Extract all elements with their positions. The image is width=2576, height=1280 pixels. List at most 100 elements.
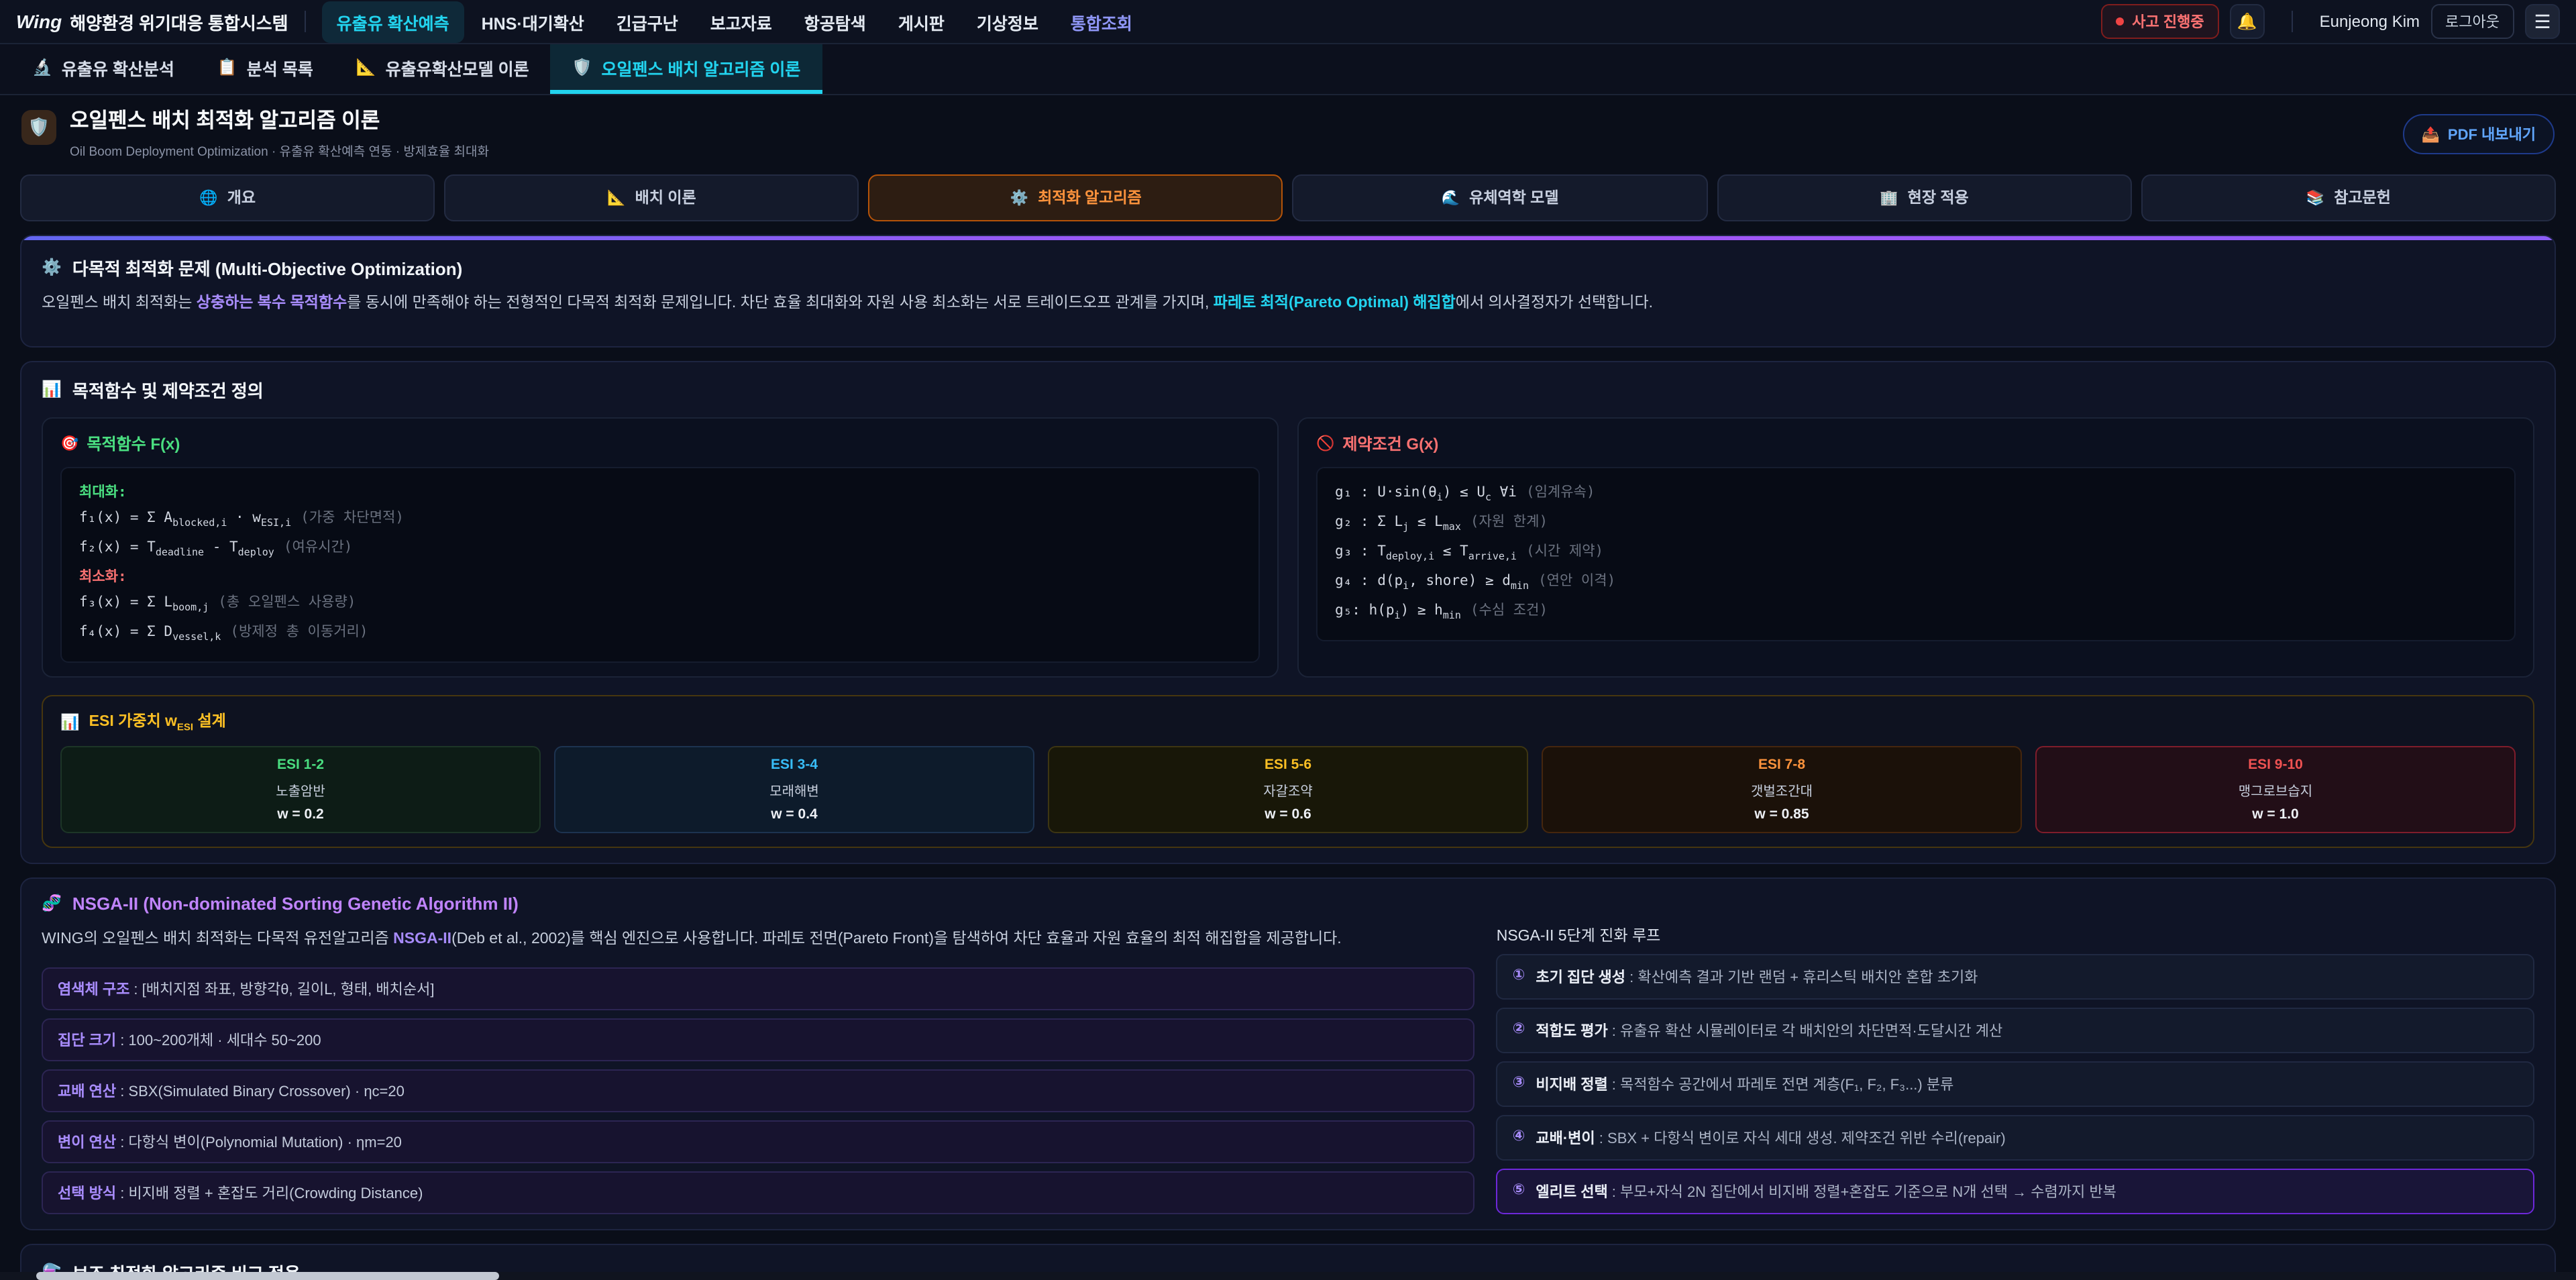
multi-objective-card: ⚙️ 다목적 최적화 문제 (Multi-Objective Optimizat… [20,234,2556,348]
notifications-button[interactable]: 🔔 [2230,4,2265,39]
nsga-parameter-row: 변이 연산 : 다항식 변이(Polynomial Mutation) · ηm… [42,1120,1475,1163]
pdf-export-label: PDF 내보내기 [2448,124,2536,146]
step-label: 엘리트 선택 [1536,1184,1607,1200]
dna-icon: 🧬 [42,894,62,912]
constraints-code-block: g₁ : U·sin(θi) ≤ Uc ∀i (임계유속) g₂ : Σ Lj ≤… [1316,467,2516,642]
formula: g₄ : d(pi, shore) ≥ dmin [1335,573,1529,589]
app-logo[interactable]: Wing 해양환경 위기대응 통합시스템 [16,9,288,34]
user-name: Eunjeong Kim [2320,12,2420,31]
sub-tab[interactable]: 🛡️ 오일펜스 배치 알고리즘 이론 [551,44,822,94]
formula: f₃(x) = Σ Lboom,j [79,594,209,610]
step-description: : SBX + 다항식 변이로 자식 세대 생성. 제약조건 위반 수리(rep… [1595,1130,2006,1146]
app-title: 해양환경 위기대응 통합시스템 [70,9,288,34]
esi-weight-value: w = 0.85 [1551,806,2012,822]
step-label: 교배·변이 [1536,1130,1595,1146]
step-label: 비지배 정렬 [1536,1077,1607,1093]
step-text: 적합도 평가 : 유출유 확산 시뮬레이터로 각 배치안의 차단면적·도달시간 … [1536,1019,2002,1041]
nav-item[interactable]: 유출유 확산예측 [322,1,464,42]
menu-button[interactable]: ☰ [2525,4,2560,39]
logout-button[interactable]: 로그아웃 [2430,4,2514,39]
definitions-card: 📊 목적함수 및 제약조건 정의 🎯 목적함수 F(x) 최대화: f₁(x) [20,361,2556,863]
step-number-icon: ③ [1513,1073,1525,1090]
section-tab-icon: 🌐 [199,189,217,206]
horizontal-scrollbar-thumb[interactable] [36,1272,499,1280]
text-run: (Deb et al., 2002)를 핵심 엔진으로 사용합니다. 파레토 전… [451,930,1342,947]
section-tab[interactable]: ⚙️ 최적화 알고리즘 [869,174,1283,221]
sub-tab[interactable]: 📋 분석 목록 [196,44,335,94]
card-heading: 📊 목적함수 및 제약조건 정의 [42,377,2534,403]
esi-heading: 📊 ESI 가중치 wESI 설계 [60,710,2516,734]
formula-line: g₃ : Tdeploy,i ≤ Tarrive,i(시간 제약) [1335,539,2497,569]
step-number-icon: ② [1513,1019,1525,1036]
formula-group-label: 최소화: [79,569,127,585]
step-description: : 유출유 확산 시뮬레이터로 각 배치안의 차단면적·도달시간 계산 [1608,1023,2003,1039]
formula-comment: (자원 한계) [1470,514,1548,530]
sub-tab[interactable]: 🔬 유출유 확산분석 [11,44,196,94]
sub-tab-label: 유출유확산모델 이론 [386,54,529,80]
panel-heading: 🎯 목적함수 F(x) [60,432,1260,455]
step-text: 엘리트 선택 : 부모+자식 2N 집단에서 비지배 정렬+혼잡도 기준으로 N… [1536,1180,2116,1202]
parameter-label: 염색체 구조 [58,982,129,998]
section-tab[interactable]: 📚 참고문헌 [2141,174,2556,221]
no-entry-icon: 🚫 [1316,435,1334,452]
status-dot-icon [2116,17,2124,25]
step-number-icon: ① [1513,965,1525,983]
esi-card: ESI 7-8 갯벌조간대 w = 0.85 [1542,745,2022,833]
sub-tab-icon: 📋 [217,58,237,76]
section-tab[interactable]: 🌐 개요 [20,174,435,221]
esi-weight-value: w = 0.6 [1057,806,1519,822]
nav-item[interactable]: 통합조회 [1056,1,1147,42]
nav-item[interactable]: 기상정보 [962,1,1053,42]
esi-habitat-name: 갯벌조간대 [1551,779,2012,799]
nav-item[interactable]: 긴급구난 [602,1,693,42]
nsga-parameter-row: 집단 크기 : 100~200개체 · 세대수 50~200 [42,1018,1475,1061]
esi-card: ESI 5-6 자갈조약 w = 0.6 [1048,745,1528,833]
step-text: 교배·변이 : SBX + 다항식 변이로 자식 세대 생성. 제약조건 위반 … [1536,1126,2005,1148]
formula-line: f₁(x) = Σ Ablocked,i · wESI,i(가중 차단면적) [79,506,1241,535]
page-header: 🛡️ 오일펜스 배치 최적화 알고리즘 이론 Oil Boom Deployme… [0,95,2576,171]
section-tab-icon: 📚 [2306,189,2324,206]
formula: g₁ : U·sin(θi) ≤ Uc ∀i [1335,484,1517,500]
shield-icon: 🛡️ [21,110,56,145]
divider [305,11,306,32]
nav-item[interactable]: HNS·대기확산 [467,1,599,42]
esi-habitat-name: 자갈조약 [1057,779,1519,799]
sub-tab-label: 유출유 확산분석 [62,54,174,80]
gear-icon: ⚙️ [42,258,62,276]
incident-status-badge[interactable]: 사고 진행중 [2101,4,2218,39]
step-number-icon: ④ [1513,1126,1525,1144]
nav-item[interactable]: 보고자료 [696,1,787,42]
nav-item[interactable]: 항공탐색 [790,1,881,42]
section-tab[interactable]: 🏢 현장 적용 [1717,174,2131,221]
esi-habitat-name: 모래해변 [564,779,1025,799]
pdf-export-button[interactable]: 📤 PDF 내보내기 [2403,115,2555,155]
nsga-card: 🧬 NSGA-II (Non-dominated Sorting Genetic… [20,877,2556,1230]
formula: g₂ : Σ Lj ≤ Lmax [1335,514,1461,530]
panel-title: 목적함수 F(x) [87,432,180,455]
card-heading: 🧬 NSGA-II (Non-dominated Sorting Genetic… [42,893,2534,913]
panel-heading: 🚫 제약조건 G(x) [1316,432,2516,455]
bell-icon: 🔔 [2237,12,2257,31]
evolution-step: ⑤ 엘리트 선택 : 부모+자식 2N 집단에서 비지배 정렬+혼잡도 기준으로… [1497,1168,2534,1214]
section-tab[interactable]: 🌊 유체역학 모델 [1293,174,1707,221]
target-icon: 🎯 [60,435,78,452]
formula-group-label: 최대화: [79,484,127,500]
formula-comment: (방제정 총 이동거리) [230,624,368,640]
step-label: 초기 집단 생성 [1536,969,1625,985]
formula-comment: (가중 차단면적) [301,510,404,526]
formula-comment: (임계유속) [1526,484,1595,500]
page-subtitle: Oil Boom Deployment Optimization · 유출유 확… [70,140,489,159]
formula-line: f₂(x) = Tdeadline - Tdeploy(여유시간) [79,535,1241,565]
sub-tab-icon: 📐 [356,58,376,76]
section-tab[interactable]: 📐 배치 이론 [444,174,859,221]
panel-title: 제약조건 G(x) [1342,432,1438,455]
step-text: 초기 집단 생성 : 확산예측 결과 기반 랜덤 + 휴리스틱 배치안 혼합 초… [1536,965,1978,987]
formula-line: g₁ : U·sin(θi) ≤ Uc ∀i (임계유속) [1335,480,2497,510]
sub-tab[interactable]: 📐 유출유확산모델 이론 [335,44,551,94]
esi-range: ESI 1-2 [70,756,531,772]
constraints-panel: 🚫 제약조건 G(x) g₁ : U·sin(θi) ≤ Uc ∀i (임계유속)… [1297,417,2534,678]
nav-item[interactable]: 게시판 [883,1,959,42]
nsga-right-column: NSGA-II 5단계 진화 루프 ① 초기 집단 생성 : 확산예측 결과 기… [1497,918,2534,1214]
formula: f₂(x) = Tdeadline - Tdeploy [79,539,274,555]
formula-comment: (수심 조건) [1470,603,1548,619]
